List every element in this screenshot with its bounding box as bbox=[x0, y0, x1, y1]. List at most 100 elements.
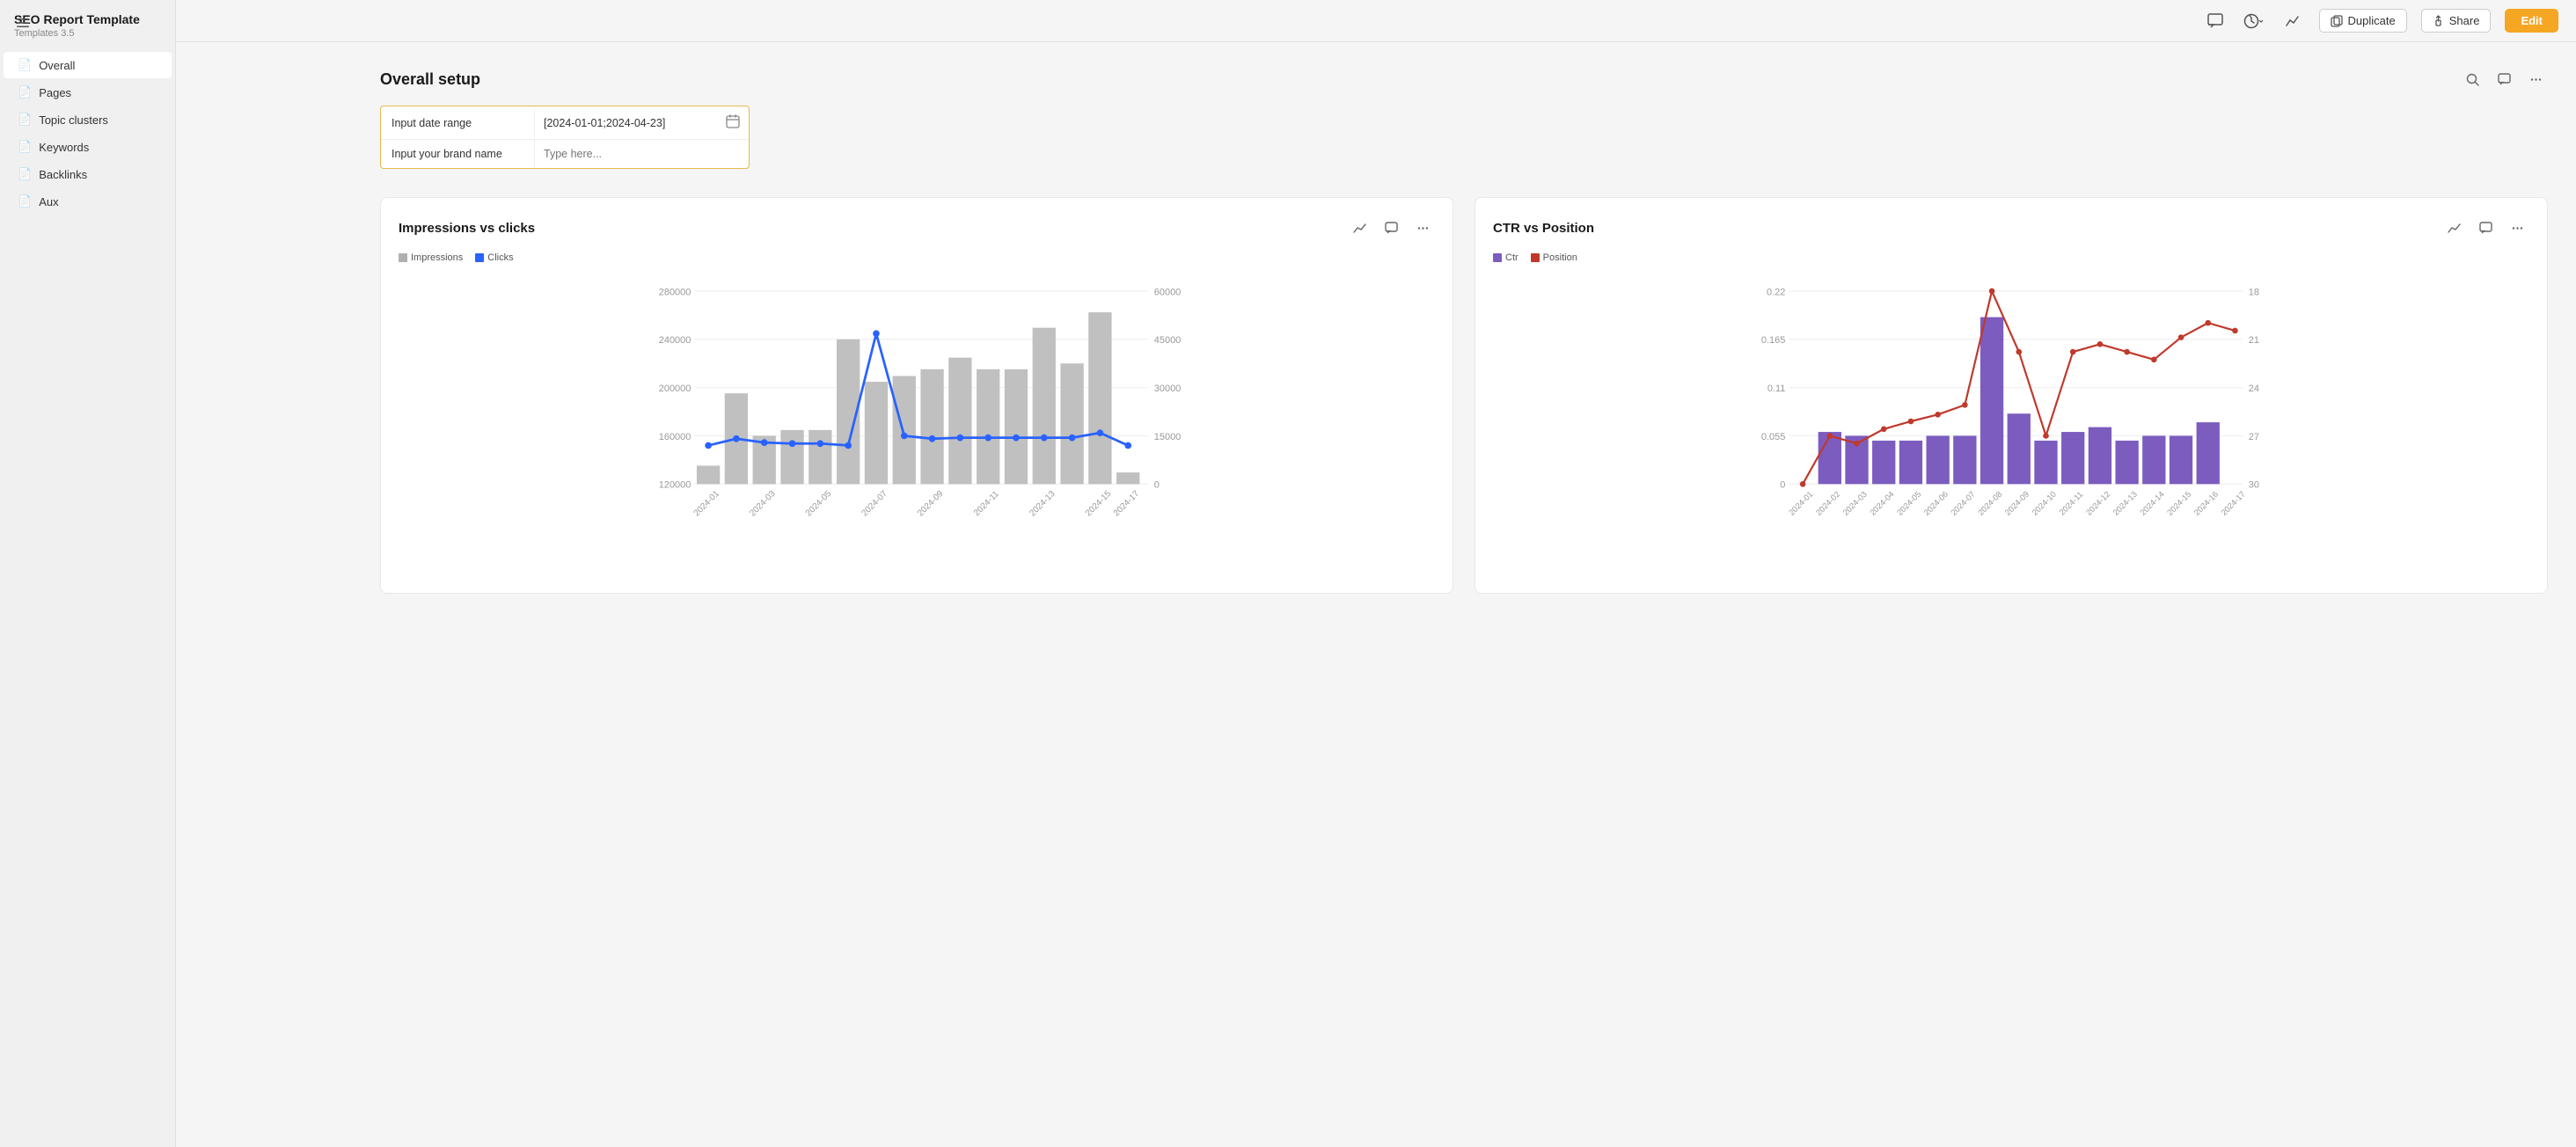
svg-text:2024-15: 2024-15 bbox=[2165, 490, 2192, 517]
dot-9 bbox=[957, 435, 964, 442]
svg-text:280000: 280000 bbox=[659, 287, 692, 297]
ctr-bar-6 bbox=[1953, 435, 1976, 484]
app-subtitle: Templates 3.5 bbox=[14, 28, 161, 39]
legend-impressions: Impressions bbox=[399, 252, 463, 263]
bar-15 bbox=[1116, 472, 1139, 484]
dot-7 bbox=[901, 433, 908, 440]
ctr-bar-15 bbox=[2197, 422, 2220, 484]
history-button[interactable] bbox=[2242, 9, 2266, 33]
svg-text:2024-16: 2024-16 bbox=[2192, 490, 2220, 517]
svg-text:2024-09: 2024-09 bbox=[2003, 490, 2031, 517]
chart-impressions-actions bbox=[1347, 216, 1435, 240]
duplicate-label: Duplicate bbox=[2348, 14, 2396, 27]
dot-11 bbox=[1013, 435, 1020, 442]
chart-impressions-line-icon[interactable] bbox=[1347, 216, 1372, 240]
bar-10 bbox=[977, 369, 999, 485]
svg-text:0.11: 0.11 bbox=[1767, 384, 1786, 394]
svg-text:2024-07: 2024-07 bbox=[860, 489, 889, 518]
dot-8 bbox=[929, 435, 936, 442]
bar-14 bbox=[1088, 312, 1111, 484]
chart-ctr-more-icon[interactable] bbox=[2505, 216, 2529, 240]
chart-impressions-comment-icon[interactable] bbox=[1379, 216, 1403, 240]
ctr-bar-12 bbox=[2115, 441, 2138, 484]
sidebar: SEO Report Template Templates 3.5 📄 Over… bbox=[0, 0, 176, 1147]
top-header: Duplicate Share Edit bbox=[176, 0, 2576, 42]
ctr-bar-4 bbox=[1899, 441, 1922, 484]
setup-row-date: Input date range [2024-01-01;2024-04-23] bbox=[381, 106, 749, 140]
sidebar-item-backlinks[interactable]: 📄 Backlinks bbox=[4, 161, 172, 187]
svg-text:21: 21 bbox=[2249, 335, 2259, 346]
svg-text:2024-15: 2024-15 bbox=[1084, 489, 1114, 519]
sidebar-label-topic-clusters: Topic clusters bbox=[39, 113, 108, 127]
share-button[interactable]: Share bbox=[2421, 9, 2492, 33]
legend-label-impressions: Impressions bbox=[411, 252, 463, 263]
ctr-bar-5 bbox=[1926, 435, 1949, 484]
svg-text:2024-17: 2024-17 bbox=[1112, 489, 1141, 518]
pos-dot-13 bbox=[2151, 357, 2157, 363]
legend-clicks: Clicks bbox=[475, 252, 513, 263]
svg-text:2024-09: 2024-09 bbox=[916, 489, 946, 519]
sidebar-label-overall: Overall bbox=[39, 59, 75, 72]
svg-text:2024-11: 2024-11 bbox=[972, 489, 1001, 518]
sidebar-label-backlinks: Backlinks bbox=[39, 168, 87, 181]
date-range-value: [2024-01-01;2024-04-23] bbox=[535, 106, 749, 139]
pos-dot-11 bbox=[2097, 341, 2104, 347]
pos-dot-16 bbox=[2232, 328, 2238, 334]
dot-15 bbox=[1124, 442, 1131, 449]
legend-ctr: Ctr bbox=[1493, 252, 1519, 263]
calendar-icon[interactable] bbox=[726, 114, 740, 131]
sidebar-nav: 📄 Overall 📄 Pages 📄 Topic clusters 📄 Key… bbox=[0, 51, 175, 216]
svg-text:2024-03: 2024-03 bbox=[1841, 490, 1869, 517]
svg-text:0: 0 bbox=[1154, 480, 1160, 491]
impressions-chart-container: 280000 240000 200000 160000 120000 60000… bbox=[399, 272, 1435, 575]
edit-button[interactable]: Edit bbox=[2505, 9, 2558, 33]
brand-name-input[interactable] bbox=[544, 148, 740, 160]
dot-12 bbox=[1041, 435, 1048, 442]
ctr-bar-7 bbox=[1980, 318, 2003, 485]
legend-label-position: Position bbox=[1543, 252, 1577, 263]
chart-ctr-comment-icon[interactable] bbox=[2473, 216, 2498, 240]
share-label: Share bbox=[2449, 14, 2480, 27]
chart-ctr-line-icon[interactable] bbox=[2441, 216, 2466, 240]
edit-label: Edit bbox=[2521, 14, 2543, 27]
dot-14 bbox=[1097, 429, 1104, 436]
page-icon-overall: 📄 bbox=[18, 58, 32, 72]
setup-table: Input date range [2024-01-01;2024-04-23]… bbox=[380, 106, 750, 169]
bar-13 bbox=[1060, 363, 1083, 484]
svg-text:2024-02: 2024-02 bbox=[1814, 490, 1841, 517]
more-action-icon[interactable] bbox=[2523, 67, 2548, 91]
sidebar-toggle-button[interactable] bbox=[11, 11, 35, 35]
sidebar-item-topic-clusters[interactable]: 📄 Topic clusters bbox=[4, 106, 172, 133]
pos-dot-9 bbox=[2043, 433, 2049, 439]
pos-dot-6 bbox=[1962, 402, 1968, 408]
svg-text:0.165: 0.165 bbox=[1761, 335, 1785, 346]
chart-impressions-legend: Impressions Clicks bbox=[399, 252, 1435, 263]
pos-dot-2 bbox=[1854, 441, 1860, 447]
sidebar-label-keywords: Keywords bbox=[39, 141, 89, 154]
chart-impressions-header: Impressions vs clicks bbox=[399, 216, 1435, 240]
pos-dot-5 bbox=[1935, 412, 1941, 418]
sidebar-item-keywords[interactable]: 📄 Keywords bbox=[4, 134, 172, 160]
pos-dot-15 bbox=[2205, 320, 2211, 326]
bar-0 bbox=[697, 465, 720, 484]
comment-button[interactable] bbox=[2203, 9, 2228, 33]
sidebar-item-aux[interactable]: 📄 Aux bbox=[4, 188, 172, 215]
pos-dot-10 bbox=[2070, 349, 2076, 355]
dot-3 bbox=[789, 440, 796, 447]
svg-text:120000: 120000 bbox=[659, 480, 692, 491]
svg-text:160000: 160000 bbox=[659, 432, 692, 442]
svg-text:45000: 45000 bbox=[1154, 335, 1181, 346]
pos-dot-14 bbox=[2178, 334, 2184, 340]
analytics-button[interactable] bbox=[2280, 9, 2305, 33]
app-title: SEO Report Template bbox=[14, 12, 161, 26]
chart-impressions-card: Impressions vs clicks bbox=[380, 197, 1453, 594]
sidebar-item-pages[interactable]: 📄 Pages bbox=[4, 79, 172, 106]
duplicate-button[interactable]: Duplicate bbox=[2319, 9, 2407, 33]
search-action-icon[interactable] bbox=[2460, 67, 2485, 91]
chart-ctr-legend: Ctr Position bbox=[1493, 252, 2529, 263]
ctr-bar-10 bbox=[2061, 432, 2084, 484]
legend-dot-ctr bbox=[1493, 253, 1502, 262]
chart-impressions-more-icon[interactable] bbox=[1410, 216, 1435, 240]
comment-action-icon[interactable] bbox=[2492, 67, 2516, 91]
sidebar-item-overall[interactable]: 📄 Overall bbox=[4, 52, 172, 78]
